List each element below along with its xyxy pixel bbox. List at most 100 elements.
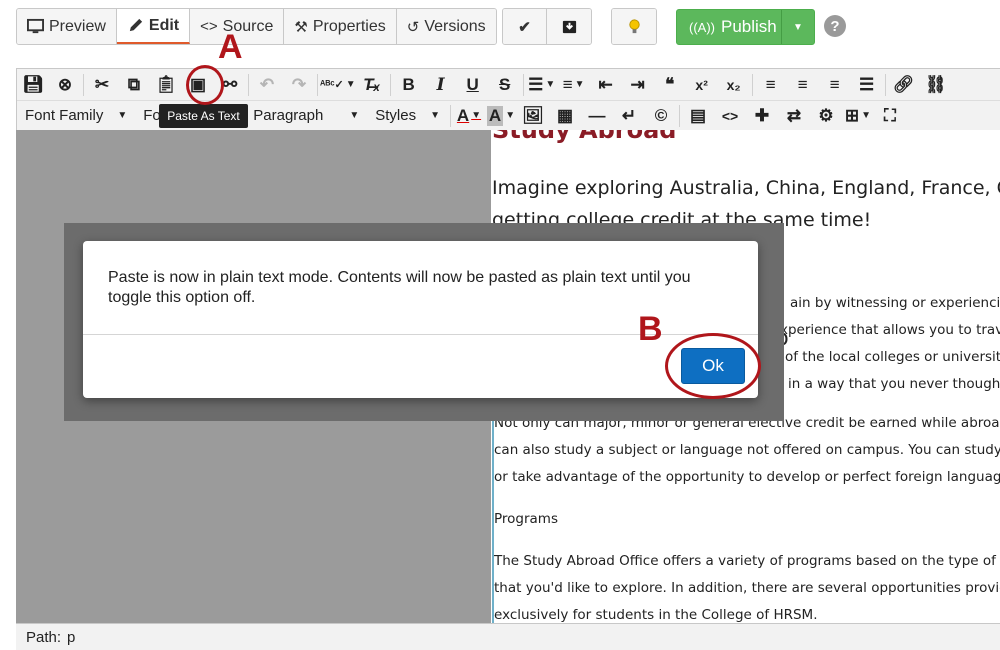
subscript-icon[interactable]: x₂ [718, 71, 750, 99]
cancel-icon[interactable]: ⊗ [49, 71, 81, 99]
table-icon[interactable]: ⊞ ▼ [842, 102, 874, 130]
align-left-icon[interactable]: ≡ [755, 71, 787, 99]
check-icon: ✔ [518, 18, 531, 36]
copyright-icon[interactable]: © [645, 102, 677, 130]
separator [248, 73, 249, 96]
para-line: in a way that you never thought [788, 376, 1000, 392]
separator [317, 73, 318, 96]
status-bar: Path: p [16, 623, 1000, 650]
text-color-icon[interactable]: A ▼ [453, 102, 485, 130]
italic-icon[interactable]: I [425, 71, 457, 99]
dialog-message: Paste is now in plain text mode. Content… [108, 269, 691, 306]
tab-properties[interactable]: ⚒ Properties [284, 9, 397, 44]
asset-icon[interactable]: ⚙ [810, 102, 842, 130]
swap-icon[interactable]: ⇄ [778, 102, 810, 130]
image-icon[interactable]: 🖼︎ [517, 102, 549, 130]
broadcast-icon: ((A)) [689, 19, 715, 35]
caret-down-icon: ▼ [793, 21, 803, 33]
underline-icon[interactable]: U [457, 71, 489, 99]
save-icon[interactable]: 💾︎ [17, 71, 49, 99]
publish-button[interactable]: ((A)) Publish ▼ [676, 9, 815, 45]
publish-dropdown-caret[interactable]: ▼ [782, 10, 814, 44]
lightbulb-icon [628, 19, 640, 34]
save-check-button[interactable]: ✔ [503, 9, 547, 44]
paragraph-dropdown[interactable]: Paragraph ▼ [245, 102, 367, 130]
para-line: ain by witnessing or experiencing [790, 295, 1000, 311]
tab-preview[interactable]: Preview [17, 9, 117, 44]
separator [751, 73, 753, 96]
cut-icon[interactable]: ✂ [86, 71, 118, 99]
font-family-dropdown[interactable]: Font Family ▼ [17, 102, 135, 130]
path-value[interactable]: p [67, 629, 75, 646]
styles-label: Styles [375, 107, 417, 124]
download-box-icon [562, 20, 576, 34]
unlink-icon[interactable]: ⛓ [920, 71, 952, 99]
align-right-icon[interactable]: ≡ [819, 71, 851, 99]
paste-as-text-tooltip: Paste As Text [159, 104, 248, 128]
lead-line-1: Imagine exploring Australia, China, Engl… [492, 177, 1000, 199]
line-break-icon[interactable]: ↵ [613, 102, 645, 130]
tab-edit[interactable]: Edit [116, 9, 191, 44]
annotation-label-b: B [638, 310, 663, 348]
tips-button[interactable] [612, 9, 656, 44]
para-line: or take advantage of the opportunity to … [494, 469, 1000, 485]
indent-icon[interactable]: ⇥ [622, 71, 654, 99]
tips-button-group [611, 8, 657, 45]
toolbar-row-1: 💾︎ ⊗ ✂ ⧉ 📋︎ ▣ ⚯ ↶ ↷ ᴬᴮᶜ✓ ▼ T̶ₓ B I U S ☰ ▼… [17, 69, 1000, 101]
separator [450, 104, 451, 127]
undo-icon[interactable]: ↶ [251, 71, 283, 99]
programs-heading: Programs [494, 511, 558, 527]
tab-edit-label: Edit [148, 16, 180, 34]
spellcheck-icon[interactable]: ᴬᴮᶜ✓ ▼ [320, 71, 356, 99]
paste-icon[interactable]: 📋︎ [150, 71, 182, 99]
align-justify-icon[interactable]: ☰ [851, 71, 883, 99]
blockquote-icon[interactable]: ❝ [654, 71, 686, 99]
find-replace-icon[interactable]: ⚯ [214, 71, 246, 99]
para-line: of the local colleges or universitie [785, 349, 1000, 365]
separator [679, 104, 680, 127]
bullet-list-icon[interactable]: ☰ ▼ [526, 71, 558, 99]
action-buttons: ✔ [502, 8, 592, 45]
numbered-list-icon[interactable]: ≡ ▼ [558, 71, 590, 99]
source-code-icon[interactable]: <> [714, 102, 746, 130]
para-line: can also study a subject or language not… [494, 442, 1000, 458]
paste-as-text-icon[interactable]: ▣ [182, 71, 214, 99]
ok-button[interactable]: Ok [681, 348, 745, 384]
link-icon[interactable]: 🔗︎ [888, 71, 920, 99]
monitor-icon [27, 18, 44, 34]
align-center-icon[interactable]: ≡ [787, 71, 819, 99]
media-icon[interactable]: ▦ [549, 102, 581, 130]
outdent-icon[interactable]: ⇤ [590, 71, 622, 99]
separator [884, 73, 886, 96]
para-line: that you'd like to explore. In addition,… [494, 580, 1000, 596]
para-line: exclusively for students in the College … [494, 607, 818, 623]
strikethrough-icon[interactable]: S [489, 71, 521, 99]
publish-main[interactable]: ((A)) Publish [677, 10, 782, 44]
copy-icon[interactable]: ⧉ [118, 71, 150, 99]
caret-down-icon: ▼ [349, 110, 360, 121]
caret-down-icon: ▼ [430, 110, 440, 121]
top-bar: Preview Edit <> Source ⚒ Properties ↺ Ve… [0, 0, 1000, 62]
help-icon[interactable]: ? [824, 15, 846, 37]
annotation-label-a: A [218, 28, 243, 66]
bold-icon[interactable]: B [393, 71, 425, 99]
styles-dropdown[interactable]: Styles ▼ [367, 102, 448, 130]
clear-format-icon[interactable]: T̶ₓ [356, 71, 388, 99]
publish-label: Publish [721, 17, 777, 36]
para-line: The Study Abroad Office offers a variety… [494, 553, 1000, 569]
plugin-icon[interactable]: ✚ [746, 102, 778, 130]
tab-versions-label: Versions [424, 17, 486, 35]
fullscreen-icon[interactable]: ⛶ [874, 102, 906, 130]
tab-versions[interactable]: ↺ Versions [396, 9, 496, 44]
horizontal-rule-icon[interactable]: — [581, 102, 613, 130]
background-color-icon[interactable]: A ▼ [485, 102, 517, 130]
redo-icon[interactable]: ↷ [283, 71, 315, 99]
paragraph-label: Paragraph [253, 107, 324, 124]
view-tabs: Preview Edit <> Source ⚒ Properties ↺ Ve… [16, 8, 497, 45]
para-line: xperience that allows you to trave [780, 322, 1000, 338]
save-draft-button[interactable] [547, 9, 591, 44]
caret-down-icon: ▼ [117, 110, 128, 121]
font-family-label: Font Family [25, 107, 104, 124]
superscript-icon[interactable]: x² [686, 71, 718, 99]
template-icon[interactable]: ▤ [682, 102, 714, 130]
